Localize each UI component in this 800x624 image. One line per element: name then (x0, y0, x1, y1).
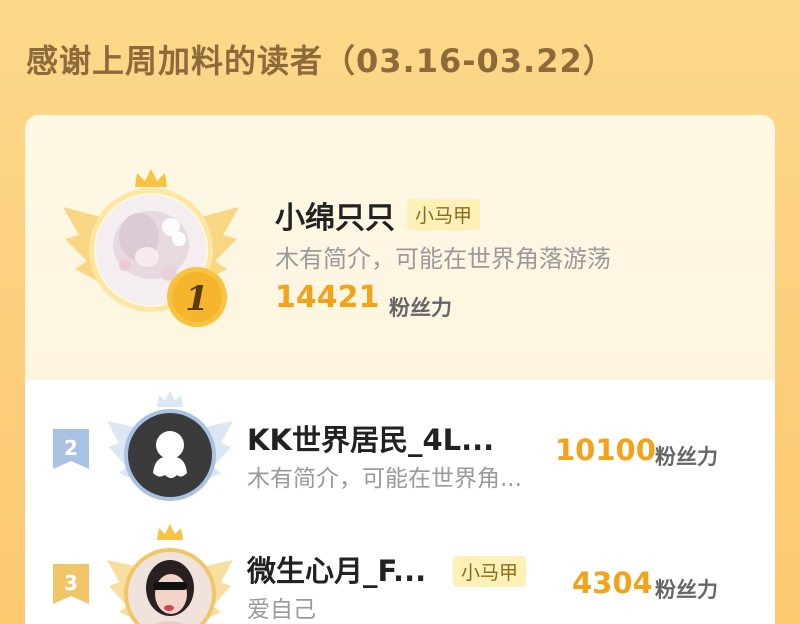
crown-icon (135, 169, 167, 187)
reader-2-fans-label: 粉丝力 (655, 445, 718, 469)
reader-2-avatar-frame[interactable] (105, 387, 235, 517)
reader-row-3[interactable]: 3 微生心月_F... 小马甲 爱自己 4304 粉丝力 (25, 520, 775, 624)
rank-3-flag-icon: 3 (53, 564, 89, 604)
bronze-crown-icon (157, 524, 183, 540)
reader-3-fans-value: 4304 (572, 566, 653, 600)
top-reader-intro: 木有简介，可能在世界角落游荡 (275, 245, 611, 273)
top-reader-name[interactable]: 小绵只只 (275, 193, 395, 237)
rank-2-flag-icon: 2 (53, 429, 89, 469)
reader-3-badge: 小马甲 (453, 556, 527, 587)
rank1-avatar-frame[interactable]: 1 (61, 165, 241, 335)
rank-1-medal-icon: 1 (167, 267, 227, 327)
leaderboard-card: 1 小绵只只 小马甲 木有简介，可能在世界角落游荡 14421 粉丝力 2 KK… (25, 115, 775, 624)
reader-3-fans-label: 粉丝力 (655, 578, 718, 602)
silver-crown-icon (157, 391, 183, 407)
top-reader-fans-label: 粉丝力 (389, 296, 452, 320)
top-reader-fans-value: 14421 (275, 280, 380, 315)
reader-2-intro: 木有简介，可能在世界角... (247, 466, 522, 492)
reader-row-2[interactable]: 2 KK世界居民_4L... 木有简介，可能在世界角... 10100 粉丝力 (25, 387, 775, 517)
reader-3-name[interactable]: 微生心月_F... (247, 548, 426, 590)
reader-2-fans-value: 10100 (555, 433, 656, 467)
reader-2-name[interactable]: KK世界居民_4L... (247, 417, 494, 459)
top-reader-badge: 小马甲 (407, 199, 481, 230)
svg-text:2: 2 (64, 436, 78, 460)
reader-3-intro: 爱自己 (247, 597, 316, 623)
page-title: 感谢上周加料的读者（03.16-03.22） (26, 42, 616, 80)
top-reader-section[interactable]: 1 小绵只只 小马甲 木有简介，可能在世界角落游荡 14421 粉丝力 (25, 115, 775, 380)
reader-3-avatar-frame[interactable] (105, 520, 235, 624)
svg-text:3: 3 (64, 571, 78, 595)
rank-1-number: 1 (185, 279, 209, 319)
